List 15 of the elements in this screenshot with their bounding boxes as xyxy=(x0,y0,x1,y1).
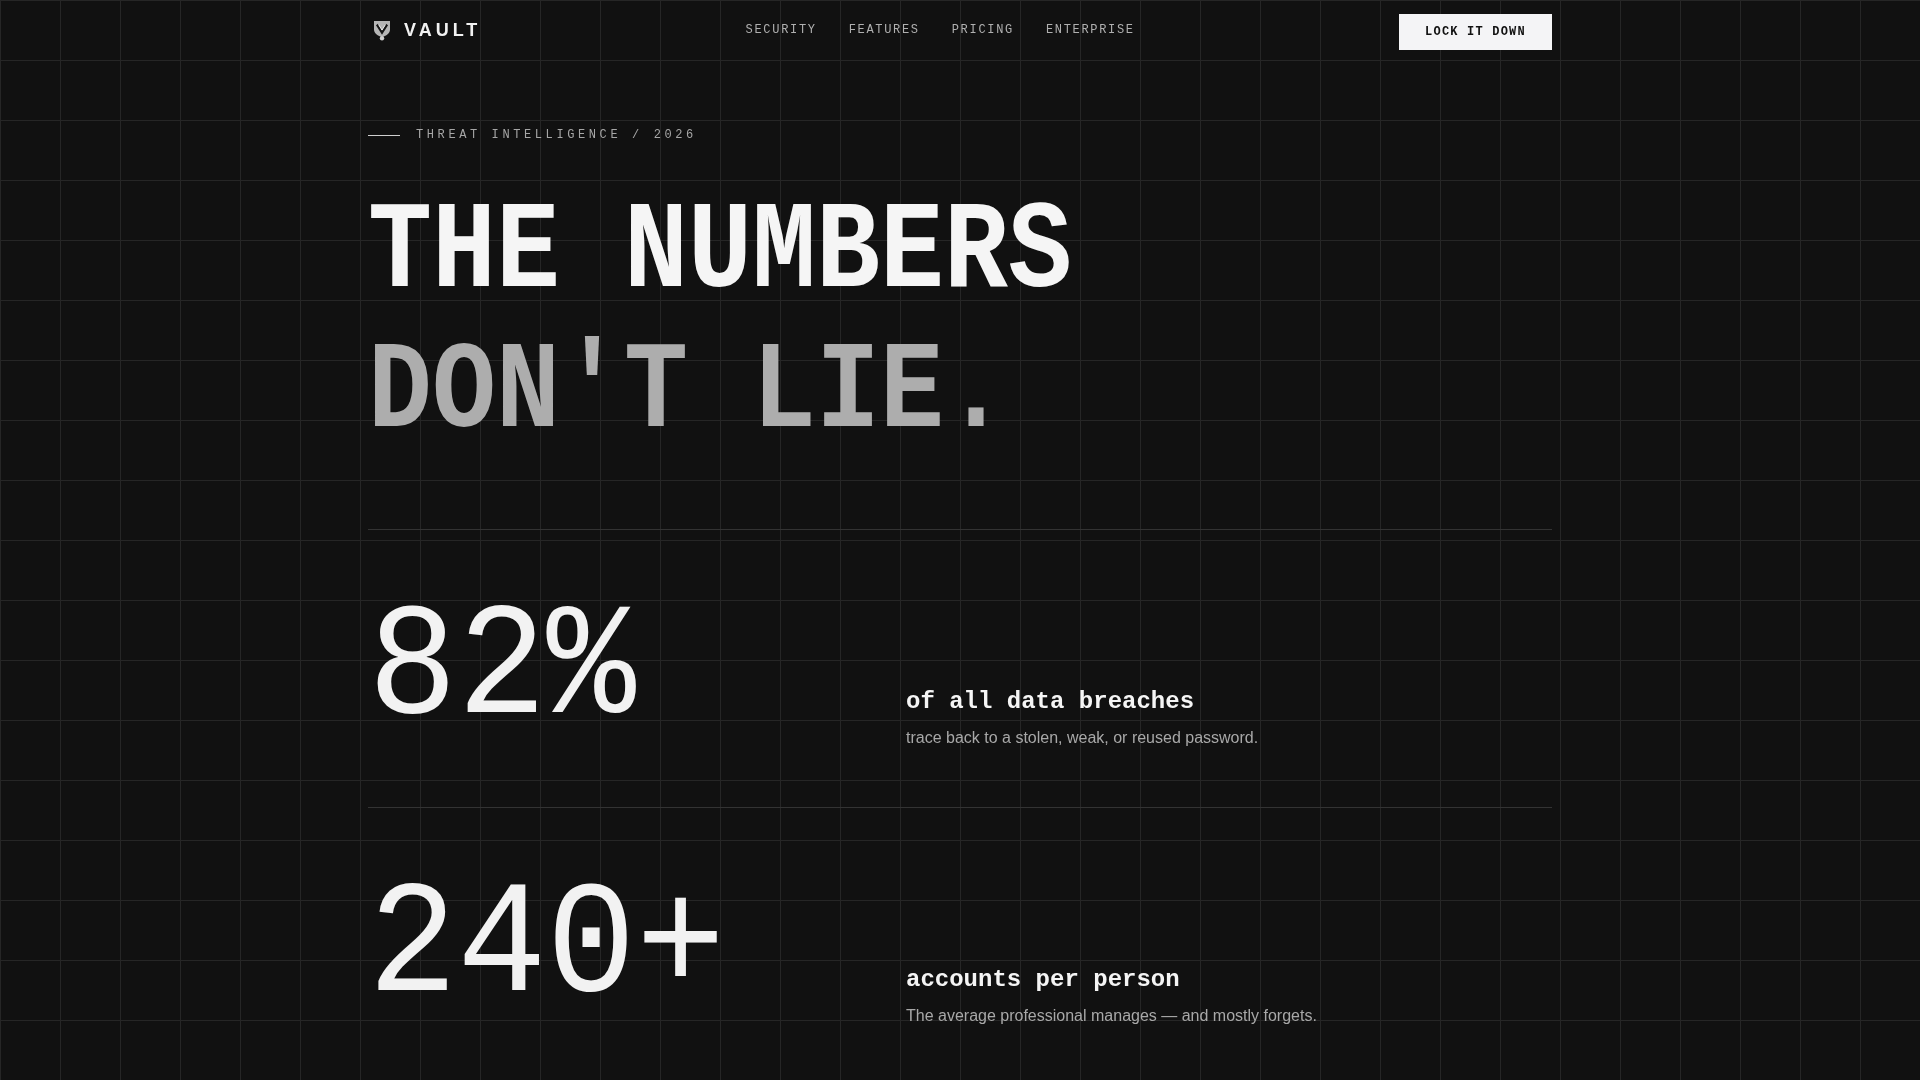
stat-description: trace back to a stolen, weak, or reused password. xyxy=(906,728,1259,748)
stat-number: 82% xyxy=(368,590,636,750)
nav-link[interactable]: SECURITY xyxy=(745,23,817,37)
nav-link[interactable]: ENTERPRISE xyxy=(1045,23,1135,37)
hero-headline: THE NUMBERS DON'T LIE. xyxy=(368,183,1073,463)
stat-description: The average professional manages — and mostly forgets. xyxy=(906,1006,1317,1026)
cta-button[interactable]: LOCK IT DOWN xyxy=(1399,14,1552,50)
stat-title: accounts per person xyxy=(906,965,1180,995)
stat-number: 240+ xyxy=(368,868,726,1028)
nav-link[interactable]: FEATURES xyxy=(848,23,920,37)
shield-icon xyxy=(373,19,391,41)
stat-title: of all data breaches xyxy=(906,687,1195,717)
eyebrow-label: THREAT INTELLIGENCE / 2026 xyxy=(416,128,697,142)
brand-name: VAULT xyxy=(404,19,482,41)
nav-link[interactable]: PRICING xyxy=(951,23,1014,37)
